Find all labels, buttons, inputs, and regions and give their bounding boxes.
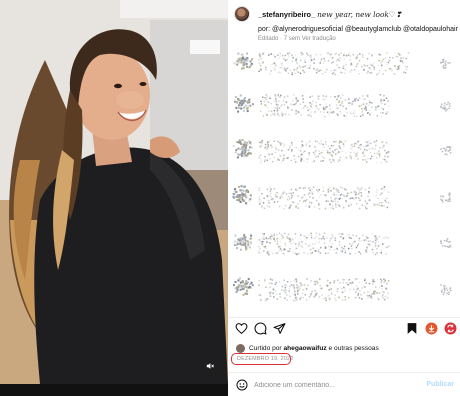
see-translation-link[interactable]: Ver tradução	[302, 36, 336, 42]
username-link[interactable]: _stefanyribeiro_	[258, 10, 315, 19]
heart-icon	[235, 323, 248, 335]
avatar[interactable]	[234, 6, 250, 22]
caption-meta: Editado · 7 sem Ver tradução	[258, 36, 336, 42]
liker-username[interactable]: ahegaowaifuz	[283, 345, 326, 352]
likes-suffix[interactable]: e outras pessoas	[329, 345, 379, 352]
caption-line: _stefanyribeiro_ new year, new look♡❣	[258, 10, 402, 19]
credits-handles[interactable]: @alynerodriguesoficial @beautyglamclub @…	[272, 26, 458, 33]
share-button[interactable]	[272, 321, 287, 336]
comment-icon	[254, 322, 267, 335]
liker-avatar[interactable]	[236, 343, 245, 353]
save-icon	[407, 323, 416, 334]
action-bar	[234, 321, 458, 337]
post-date[interactable]: DEZEMBRO 19, 2022	[237, 356, 293, 362]
like-button[interactable]	[234, 321, 249, 336]
likes-prefix: Curtido por	[249, 344, 282, 352]
post-photo[interactable]	[0, 0, 228, 384]
emoji-icon[interactable]	[236, 379, 248, 391]
download-icon	[425, 322, 438, 335]
share-icon	[273, 323, 286, 334]
speaker-muted-icon	[206, 363, 214, 369]
repost-button[interactable]	[443, 321, 458, 336]
section-divider	[228, 317, 460, 318]
publish-button[interactable]: Publicar	[426, 381, 454, 388]
post-panel: _stefanyribeiro_ new year, new look♡❣ po…	[228, 0, 460, 396]
caption-header: _stefanyribeiro_ new year, new look♡❣	[234, 4, 402, 24]
save-button[interactable]	[404, 321, 419, 336]
caption-credits: por: @alynerodriguesoficial @beautyglamc…	[258, 26, 458, 33]
post-age: 7 sem	[283, 36, 301, 42]
credits-label: por:	[258, 26, 271, 33]
comment-button[interactable]	[253, 321, 268, 336]
comment-bar: Publicar	[228, 372, 460, 396]
repost-icon	[444, 322, 457, 335]
caption-text: new year, new look♡❣	[317, 9, 402, 19]
download-button[interactable]	[424, 321, 439, 336]
comment-input[interactable]	[254, 378, 414, 392]
media-bottom-bar	[0, 384, 228, 396]
photo-illustration	[0, 0, 228, 384]
redacted-comments-area	[232, 52, 452, 302]
edited-label: Editado	[258, 36, 279, 42]
mute-toggle-button[interactable]	[206, 362, 220, 376]
